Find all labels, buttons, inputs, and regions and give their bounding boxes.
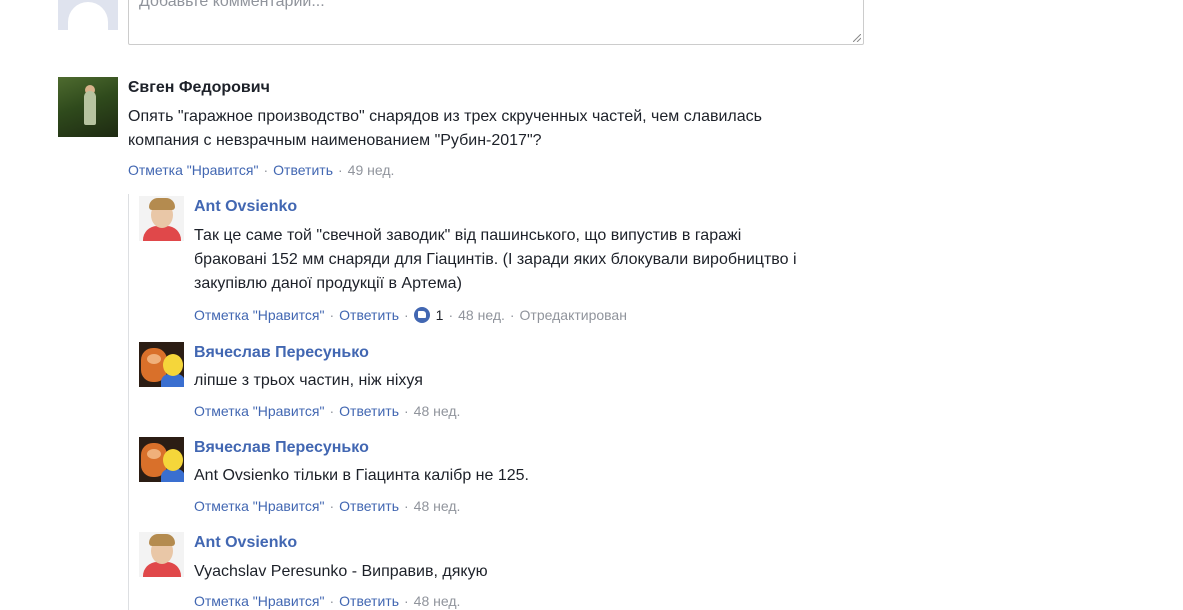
timestamp[interactable]: 48 нед. bbox=[458, 307, 505, 323]
like-link[interactable]: Отметка "Нравится" bbox=[194, 403, 324, 419]
timestamp[interactable]: 49 нед. bbox=[348, 162, 395, 178]
reply-text-line: закупівлю даної продукції в Артема) bbox=[194, 275, 462, 292]
separator: · bbox=[329, 307, 335, 323]
avatar[interactable] bbox=[139, 437, 184, 482]
reply-thread-line bbox=[128, 194, 129, 610]
reply-link[interactable]: Ответить bbox=[273, 162, 333, 178]
reply-text-line: Ant Ovsienko тільки в Гіацинта калібр не… bbox=[194, 467, 529, 484]
avatar[interactable] bbox=[139, 532, 184, 577]
reply-author[interactable]: Ant Ovsienko bbox=[194, 534, 297, 552]
like-link[interactable]: Отметка "Нравится" bbox=[194, 307, 324, 323]
reply-link[interactable]: Ответить bbox=[339, 307, 399, 323]
resize-grip-icon[interactable] bbox=[853, 34, 861, 42]
separator: · bbox=[404, 593, 409, 609]
reply-text-line: Vyachslav Peresunko - Виправив, дякую bbox=[194, 563, 488, 580]
timestamp[interactable]: 48 нед. bbox=[414, 593, 461, 609]
comment-actions: Отметка "Нравится" · Ответить · 49 нед. bbox=[128, 162, 394, 178]
reply-text-line: Так це саме той "свечной заводик" від па… bbox=[194, 227, 742, 244]
separator: · bbox=[263, 162, 269, 178]
like-icon[interactable] bbox=[413, 307, 430, 323]
like-link[interactable]: Отметка "Нравится" bbox=[194, 498, 324, 514]
separator: · bbox=[448, 307, 454, 323]
reply-text-line: браковані 152 мм снаряди для Гіацинтів. … bbox=[194, 251, 797, 268]
reply-actions: Отметка "Нравится" · Ответить · 48 нед. bbox=[194, 593, 460, 609]
separator: · bbox=[329, 403, 335, 419]
separator: · bbox=[338, 162, 343, 178]
like-count[interactable]: 1 bbox=[436, 307, 444, 323]
separator: · bbox=[404, 307, 409, 323]
comment-author[interactable]: Євген Федорович bbox=[128, 79, 270, 97]
reply-author[interactable]: Вячеслав Пересунько bbox=[194, 439, 369, 457]
reply-actions: Отметка "Нравится" · Ответить · 1 · 48 н… bbox=[194, 307, 627, 323]
comment-text-line: Опять "гаражное производство" снарядов и… bbox=[128, 108, 762, 125]
separator: · bbox=[509, 307, 515, 323]
like-link[interactable]: Отметка "Нравится" bbox=[128, 162, 258, 178]
comment-text-line: компания с невзрачным наименованием "Руб… bbox=[128, 132, 542, 149]
reply-actions: Отметка "Нравится" · Ответить · 48 нед. bbox=[194, 498, 460, 514]
separator: · bbox=[404, 403, 409, 419]
like-link[interactable]: Отметка "Нравится" bbox=[194, 593, 324, 609]
separator: · bbox=[329, 498, 335, 514]
reply-link[interactable]: Ответить bbox=[339, 498, 399, 514]
reply-author[interactable]: Вячеслав Пересунько bbox=[194, 344, 369, 362]
separator: · bbox=[404, 498, 409, 514]
avatar[interactable] bbox=[58, 77, 118, 137]
avatar[interactable] bbox=[139, 196, 184, 241]
reply-link[interactable]: Ответить bbox=[339, 403, 399, 419]
reply-author[interactable]: Ant Ovsienko bbox=[194, 198, 297, 216]
avatar[interactable] bbox=[139, 342, 184, 387]
reply-text-line: ліпше з трьох частин, ніж ніхуя bbox=[194, 372, 423, 389]
composer-avatar bbox=[58, 0, 118, 30]
timestamp[interactable]: 48 нед. bbox=[414, 498, 461, 514]
timestamp[interactable]: 48 нед. bbox=[414, 403, 461, 419]
reply-link[interactable]: Ответить bbox=[339, 593, 399, 609]
separator: · bbox=[329, 593, 335, 609]
comment-input[interactable]: Добавьте комментарий... bbox=[128, 0, 864, 45]
reply-actions: Отметка "Нравится" · Ответить · 48 нед. bbox=[194, 403, 460, 419]
edited-label[interactable]: Отредактирован bbox=[520, 307, 627, 323]
comment-input-placeholder: Добавьте комментарий... bbox=[139, 0, 325, 10]
